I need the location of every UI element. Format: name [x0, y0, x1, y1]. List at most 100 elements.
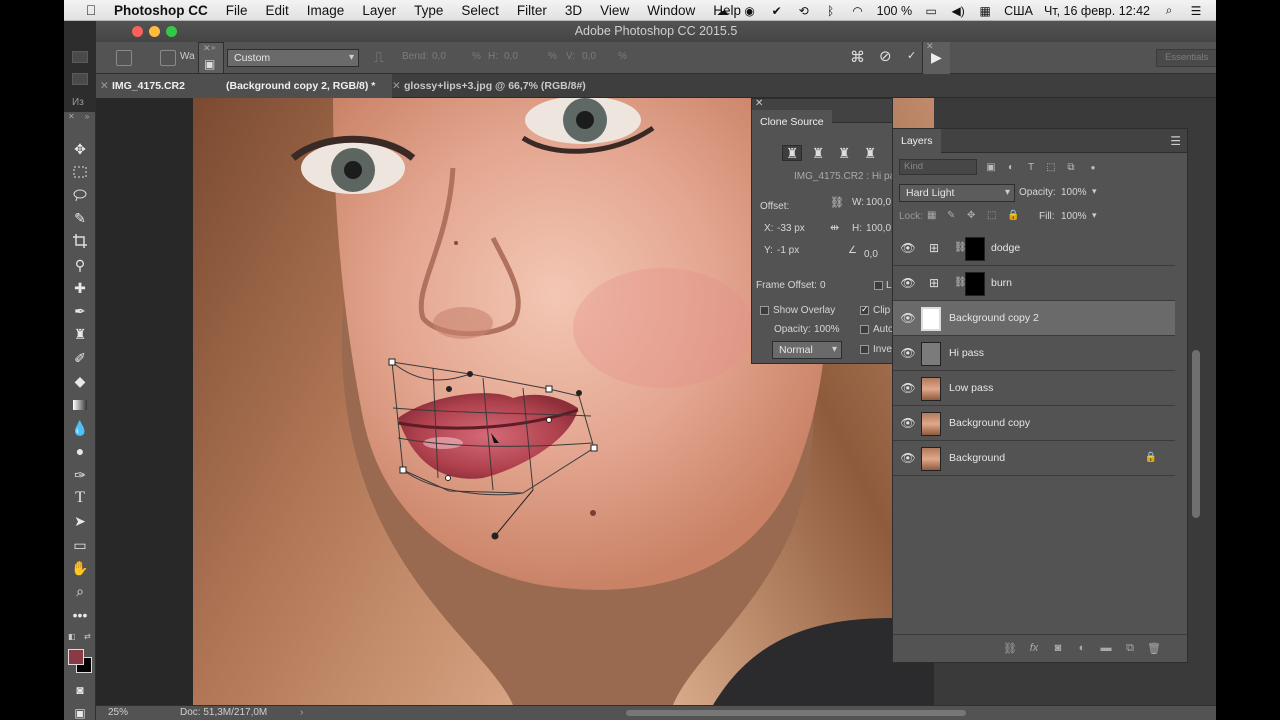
window-close-button[interactable] [132, 26, 143, 37]
menu-app-name[interactable]: Photoshop CC [102, 3, 217, 18]
reference-point-icon[interactable] [160, 50, 176, 66]
layer-name[interactable]: dodge [991, 242, 1020, 254]
visibility-eye-icon[interactable]: 👁 [900, 346, 915, 360]
layer-name[interactable]: Background copy [949, 417, 1030, 429]
y-offset-value[interactable]: -1 px [777, 245, 799, 256]
visibility-eye-icon[interactable]: 👁 [900, 276, 915, 290]
menu-select[interactable]: Select [452, 3, 508, 18]
clock[interactable]: Чт, 16 февр. 12:42 [1044, 4, 1150, 18]
lock-artboard-icon[interactable]: ⬚ [987, 210, 996, 221]
spotlight-search-icon[interactable]: ⌕ [1161, 3, 1177, 18]
menu-edit[interactable]: Edit [257, 3, 298, 18]
lock-frame-checkbox[interactable] [874, 281, 883, 290]
pen-tool-icon[interactable]: ✑ [71, 466, 89, 484]
filter-shape-icon[interactable]: ⬚ [1045, 161, 1057, 173]
warp-mode-icon[interactable]: ⌘ [850, 48, 865, 66]
layer-thumbnail[interactable] [921, 307, 941, 331]
eraser-tool-icon[interactable]: ◆ [71, 372, 89, 390]
layer-filter-input[interactable]: Kind [899, 159, 977, 175]
link-layers-icon[interactable]: ⛓ [1003, 641, 1017, 655]
check-circle-icon[interactable]: ✔ [769, 4, 785, 18]
visibility-eye-icon[interactable]: 👁 [900, 311, 915, 325]
menu-file[interactable]: File [217, 3, 257, 18]
fill-value[interactable]: 100% [1061, 211, 1087, 222]
angle-value[interactable]: 0,0 [864, 249, 878, 260]
visibility-eye-icon[interactable]: 👁 [900, 241, 915, 255]
panel-menu-icon[interactable]: ☰ [1170, 134, 1181, 148]
layer-name[interactable]: Low pass [949, 382, 993, 394]
visibility-eye-icon[interactable]: 👁 [900, 451, 915, 465]
cancel-transform-icon[interactable]: ⊘ [879, 47, 892, 65]
dodge-tool-icon[interactable]: ● [71, 442, 89, 460]
menu-image[interactable]: Image [298, 3, 354, 18]
path-selection-tool-icon[interactable]: ➤ [71, 512, 89, 530]
clone-source-3-icon[interactable]: ♜ [834, 145, 854, 161]
apple-menu-icon[interactable]:  [80, 2, 102, 18]
commit-transform-icon[interactable]: ▶ [931, 49, 942, 66]
auto-hide-checkbox[interactable] [860, 325, 869, 334]
flip-horizontal-icon[interactable]: ⇹ [830, 221, 839, 234]
eyedropper-tool-icon[interactable]: ⚲ [71, 256, 89, 274]
transform-tool-icon[interactable] [116, 50, 132, 66]
quick-mask-icon[interactable]: ◙ [71, 681, 89, 699]
layer-row-burn[interactable]: 👁 ⊞ ⛓ burn [893, 266, 1175, 301]
filter-pixel-icon[interactable]: ▣ [985, 161, 997, 173]
filter-adjustment-icon[interactable]: ◐ [1005, 161, 1017, 173]
warp-style-dropdown[interactable]: Custom [227, 49, 359, 67]
rectangle-tool-icon[interactable]: ▭ [71, 536, 89, 554]
opacity-slider-icon[interactable]: ▾ [1092, 186, 1097, 197]
lasso-tool-icon[interactable] [71, 186, 89, 204]
layer-lock-icon[interactable]: 🔒 [1145, 452, 1157, 463]
layer-thumbnail[interactable] [921, 447, 941, 471]
blend-mode-dropdown[interactable]: Hard Light [899, 184, 1015, 202]
tab-img-4175[interactable]: ✕ IMG_4175.CR2 (Background copy 2, RGB/8… [96, 74, 392, 98]
bluetooth-icon[interactable]: ᛒ [823, 4, 839, 18]
layer-thumbnail[interactable] [921, 377, 941, 401]
menu-layer[interactable]: Layer [353, 3, 405, 18]
move-tool-icon[interactable]: ✥ [71, 140, 89, 158]
more-tools-icon[interactable]: ••• [71, 606, 89, 624]
tab-close-icon[interactable]: ✕ [100, 74, 109, 98]
visibility-eye-icon[interactable]: 👁 [900, 416, 915, 430]
default-colors-icon[interactable]: ◧ [68, 632, 76, 641]
crop-tool-icon[interactable] [71, 232, 89, 250]
hand-tool-icon[interactable]: ✋ [71, 559, 89, 577]
horizontal-scrollbar[interactable] [626, 710, 966, 716]
clone-stamp-tool-icon[interactable]: ♜ [71, 325, 89, 343]
foreground-color-swatch[interactable] [68, 649, 84, 665]
status-menu-arrow-icon[interactable]: › [300, 706, 303, 720]
opacity-value[interactable]: 100% [1061, 187, 1087, 198]
overlay-blend-mode-dropdown[interactable]: Normal [772, 341, 842, 359]
panel-scrollbar[interactable] [1192, 350, 1200, 518]
x-offset-value[interactable]: -33 px [777, 223, 805, 234]
toolbar-header[interactable]: ✕» [64, 112, 95, 124]
healing-brush-tool-icon[interactable]: ✚ [71, 279, 89, 297]
new-layer-icon[interactable]: ⧉ [1123, 641, 1137, 655]
delete-layer-icon[interactable]: 🗑 [1147, 641, 1161, 655]
zoom-level[interactable]: 25% [108, 706, 128, 720]
layer-name[interactable]: Background copy 2 [949, 312, 1039, 324]
warp-orientation-icon[interactable]: ⎍ [374, 49, 384, 66]
marquee-tool-icon[interactable] [71, 163, 89, 181]
battery-icon[interactable]: ▭ [923, 4, 939, 18]
battery-percent[interactable]: 100 % [877, 4, 912, 18]
history-brush-tool-icon[interactable]: ✐ [71, 349, 89, 367]
w-value[interactable]: 100,0 [866, 197, 891, 208]
layer-row-hi-pass[interactable]: 👁 Hi pass [893, 336, 1175, 371]
brush-tool-icon[interactable]: ✒ [71, 302, 89, 320]
lock-all-icon[interactable]: 🔒 [1007, 210, 1019, 221]
screen-mode-icon[interactable]: ▣ [71, 704, 89, 720]
menu-type[interactable]: Type [405, 3, 452, 18]
layer-row-background-copy[interactable]: 👁 Background copy [893, 406, 1175, 441]
layer-thumbnail[interactable] [921, 342, 941, 366]
zoom-tool-icon[interactable]: ⌕ [71, 582, 89, 600]
menu-3d[interactable]: 3D [556, 3, 591, 18]
collapse-icon[interactable]: ✓ [907, 49, 916, 62]
clone-source-2-icon[interactable]: ♜ [808, 145, 828, 161]
layer-row-background-copy-2[interactable]: 👁 Background copy 2 [893, 301, 1175, 336]
tab-glossy-lips[interactable]: ✕ glossy+lips+3.jpg @ 66,7% (RGB/8#) [388, 74, 628, 98]
filter-type-icon[interactable]: T [1025, 161, 1037, 173]
volume-icon[interactable]: ◀) [950, 4, 966, 18]
layer-row-dodge[interactable]: 👁 ⊞ ⛓ dodge [893, 231, 1175, 266]
layer-row-low-pass[interactable]: 👁 Low pass [893, 371, 1175, 406]
